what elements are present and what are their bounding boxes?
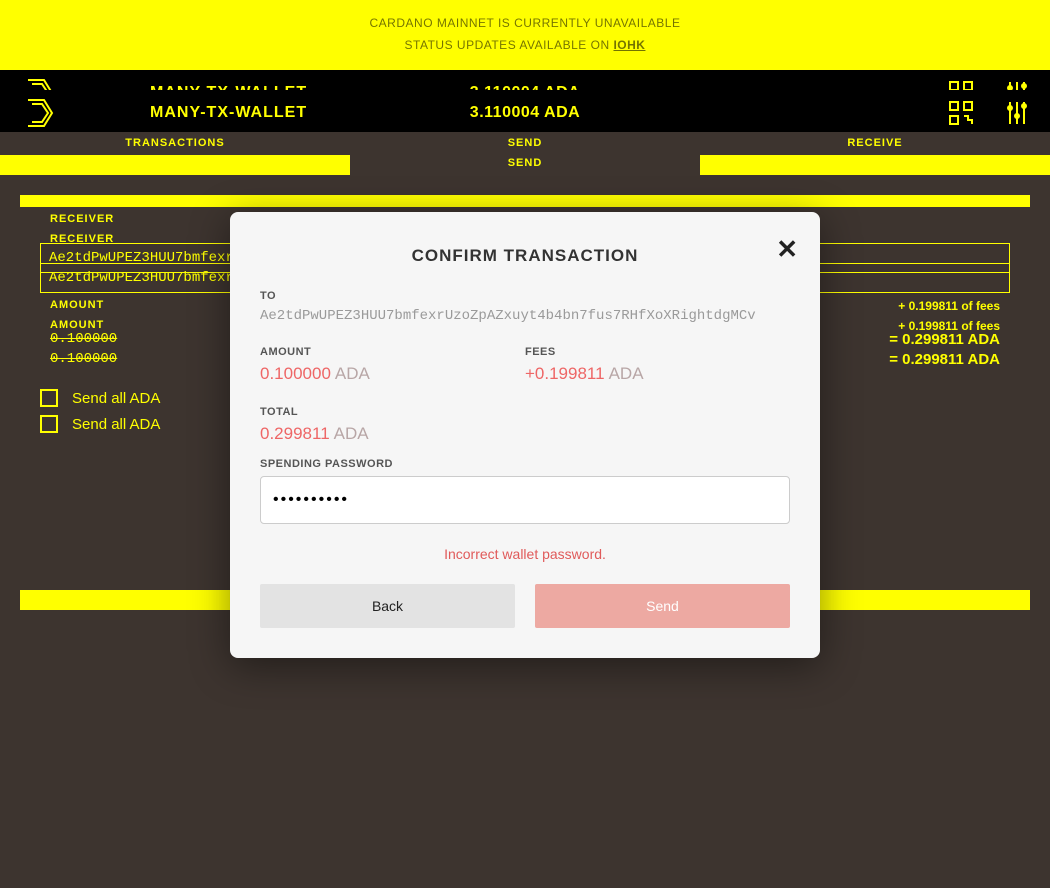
send-all-label: Send all ADA [72,416,160,433]
sliders-icon[interactable] [1004,100,1030,126]
wallet-tabs: TRANSACTIONS SEND RECEIVE [0,132,1050,154]
equals-amount: = 0.299811 ADA [889,351,1000,368]
send-all-row[interactable]: Send all ADA [20,389,160,407]
total-label: TOTAL [260,406,790,418]
confirm-transaction-modal: ✕ CONFIRM TRANSACTION TO Ae2tdPwUPEZ3HUU… [230,212,820,658]
amount-value: 0.100000ADA [260,364,525,384]
send-button[interactable]: Send [535,584,790,628]
send-all-label: Send all ADA [72,390,160,407]
qr-icon[interactable] [948,100,974,126]
tab-send[interactable]: SEND [350,137,700,149]
back-button[interactable]: Back [260,584,515,628]
amount-label: AMOUNT [260,346,525,358]
total-value: 0.299811ADA [260,424,790,444]
wallet-header-dup: MANY-TX-WALLET 3.110004 ADA [0,90,1050,135]
fees-label: FEES [525,346,790,358]
wallet-name: MANY-TX-WALLET [150,104,307,122]
to-label: TO [260,290,790,302]
form-topbar [20,195,1030,207]
wallet-balance: 3.110004 ADA [470,104,580,122]
banner-line-2: STATUS UPDATES AVAILABLE ON IOHK [405,35,646,57]
spending-password-label: SPENDING PASSWORD [260,458,790,470]
active-tab-indicator [0,155,350,175]
tab-send[interactable]: SEND [350,157,700,169]
fees-note: + 0.199811 of fees [898,299,1000,313]
banner-link[interactable]: IOHK [613,38,645,52]
modal-title: CONFIRM TRANSACTION [260,246,790,266]
active-tab-indicator-2 [700,155,1050,175]
fees-value: +0.199811ADA [525,364,790,384]
send-all-checkbox[interactable] [40,415,58,433]
spending-password-input[interactable] [260,476,790,524]
close-icon[interactable]: ✕ [776,234,798,265]
tab-transactions[interactable]: TRANSACTIONS [0,137,350,149]
tab-receive[interactable]: RECEIVE [700,137,1050,149]
banner-line-1: CARDANO MAINNET IS CURRENTLY UNAVAILABLE [370,13,681,35]
to-value: Ae2tdPwUPEZ3HUU7bmfexrUzoZpAZxuyt4b4bn7f… [260,308,790,324]
send-all-checkbox[interactable] [40,389,58,407]
error-message: Incorrect wallet password. [260,546,790,562]
send-all-row[interactable]: Send all ADA [20,415,160,433]
wallet-logo-icon [0,90,100,135]
testnet-banner: CARDANO MAINNET IS CURRENTLY UNAVAILABLE… [0,0,1050,70]
equals-amount: = 0.299811 ADA [889,331,1000,348]
